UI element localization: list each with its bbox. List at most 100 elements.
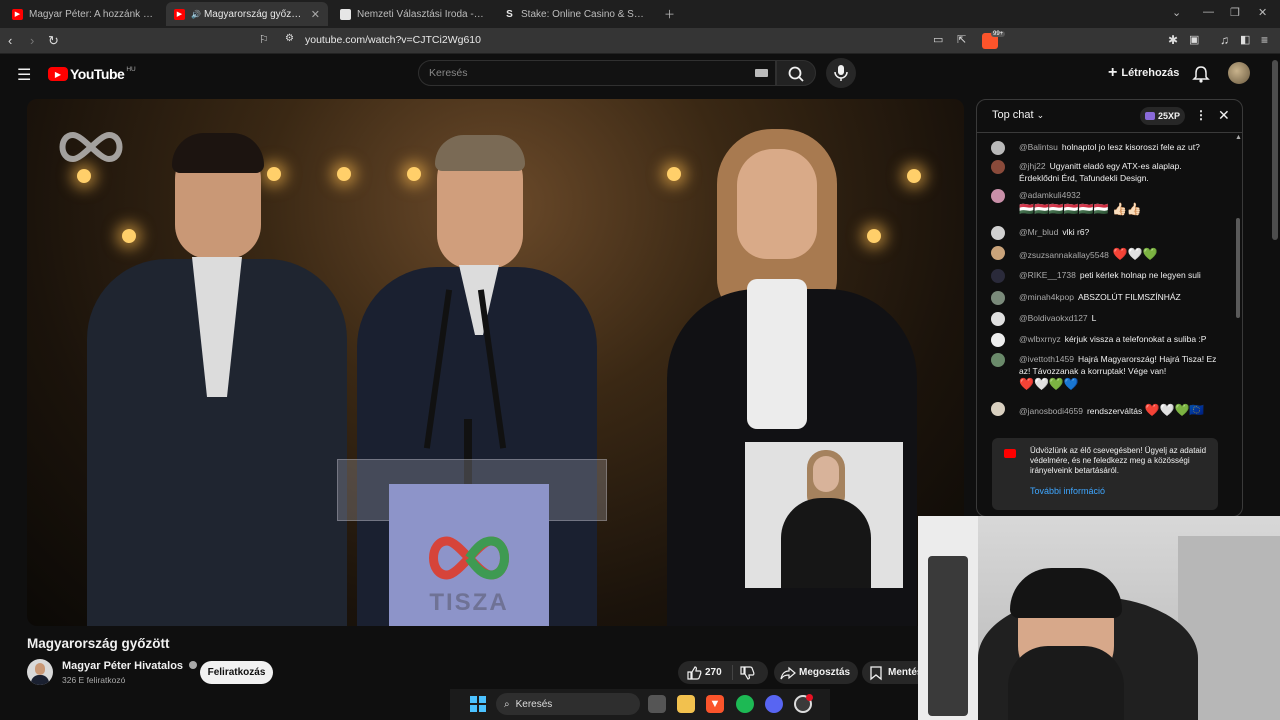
taskbar-search[interactable]: ⌕ Keresés [496, 693, 640, 715]
chat-author[interactable]: @jhj22 [1019, 161, 1046, 171]
notice-link[interactable]: További információ [1030, 486, 1105, 496]
chat-avatar[interactable] [991, 160, 1005, 174]
forward-icon[interactable]: › [30, 33, 34, 48]
dislike-button[interactable] [739, 665, 755, 684]
brave-browser-icon[interactable]: ▼ [706, 695, 724, 713]
more-options-icon[interactable]: ⋮ [1195, 108, 1207, 122]
chat-text: L [1091, 313, 1097, 323]
country-code: HU [126, 65, 136, 73]
verified-icon [189, 661, 198, 669]
lectern-text: TISZA [429, 589, 509, 616]
like-button[interactable] [686, 665, 702, 684]
search-icon [788, 66, 804, 82]
chat-avatar[interactable] [991, 333, 1005, 347]
chat-author[interactable]: @Boldivaokxd127 [1019, 313, 1088, 323]
file-explorer-icon[interactable] [677, 695, 695, 713]
chat-emojis: ❤️🤍💚🇪🇺 [1144, 403, 1205, 417]
chat-emojis: ❤️🤍💚💙 [1019, 377, 1079, 391]
chat-author[interactable]: @ivettoth1459 [1019, 354, 1074, 364]
search-input[interactable]: Keresés [418, 60, 776, 86]
menu-icon[interactable]: ≡ [1261, 33, 1268, 47]
minimize-icon[interactable]: — [1203, 6, 1214, 18]
wallet-icon[interactable]: ▣ [1189, 33, 1199, 46]
chat-avatar[interactable] [991, 353, 1005, 367]
browser-tab[interactable]: Nemzeti Választási Iroda - Országgy [332, 2, 492, 26]
chat-welcome-notice: Üdvözlünk az élő csevegésben! Ügyelj az … [992, 438, 1218, 510]
media-icon[interactable]: ♫ [1220, 33, 1229, 47]
save-button[interactable]: Mentés [862, 661, 922, 684]
cast-icon[interactable]: ▭ [933, 33, 943, 46]
chat-author[interactable]: @RIKE__1738 [1019, 270, 1076, 280]
spotify-icon[interactable] [736, 695, 754, 713]
chat-avatar[interactable] [991, 402, 1005, 416]
close-tab-icon[interactable]: ✕ [311, 8, 320, 21]
plus-icon: + [1108, 64, 1118, 81]
chat-author[interactable]: @janosbodi4659 [1019, 406, 1083, 416]
share-page-icon[interactable]: ⇱ [957, 33, 966, 46]
back-icon[interactable]: ‹ [8, 33, 12, 48]
youtube-icon [1004, 449, 1016, 458]
subscriber-count: 326 E feliratkozó [62, 675, 126, 685]
chat-avatar[interactable] [991, 226, 1005, 240]
youtube-logo[interactable]: ▶ YouTube HU [48, 66, 136, 82]
chat-avatar[interactable] [991, 189, 1005, 203]
subscribe-button[interactable]: Feliratkozás [200, 661, 273, 684]
chat-scrollbar[interactable] [1236, 218, 1240, 318]
chat-author[interactable]: @zsuzsannakallay5548 [1019, 250, 1109, 260]
url-text[interactable]: youtube.com/watch?v=CJTCi2Wg610 [305, 34, 481, 46]
reload-icon[interactable]: ↻ [48, 33, 59, 49]
chat-author[interactable]: @wlbxrnyz [1019, 334, 1061, 344]
chat-mode-label: Top chat [992, 109, 1034, 121]
hamburger-menu-icon[interactable]: ☰ [17, 65, 31, 85]
site-info-icon[interactable]: ⚙ [285, 33, 294, 44]
chat-avatar[interactable] [991, 291, 1005, 305]
chat-author[interactable]: @Balintsu [1019, 142, 1058, 152]
youtube-icon: ▶ [174, 8, 185, 20]
windows-start-icon[interactable] [469, 695, 487, 713]
chat-author[interactable]: @adamkuli4932 [1019, 190, 1081, 200]
tab-list-icon[interactable]: ⌄ [1172, 6, 1181, 19]
channel-name-text: Magyar Péter Hivatalos [62, 660, 184, 672]
chat-avatar[interactable] [991, 312, 1005, 326]
speaker-icon: 🔊 [191, 9, 201, 19]
chat-avatar[interactable] [991, 246, 1005, 260]
new-tab-button[interactable]: ＋ [664, 6, 675, 22]
speaker-left [87, 133, 347, 626]
voice-search-button[interactable] [826, 58, 856, 88]
window-close-icon[interactable]: ✕ [1258, 6, 1267, 19]
browser-tab-active[interactable]: ▶ 🔊 Magyarország győzött - YouT ✕ [166, 2, 328, 26]
discord-icon[interactable] [765, 695, 783, 713]
channel-avatar[interactable] [27, 659, 53, 685]
account-avatar[interactable] [1228, 62, 1250, 84]
chat-author[interactable]: @minah4kpop [1019, 292, 1074, 302]
chat-author[interactable]: @Mr_blud [1019, 227, 1058, 237]
browser-tab[interactable]: S Stake: Online Casino & Sports Betting [496, 2, 656, 26]
chat-mode-dropdown[interactable]: Top chat ⌄ [992, 109, 1044, 121]
youtube-wordmark: YouTube [70, 66, 125, 82]
thumbs-up-icon [687, 666, 702, 680]
bookmark-icon[interactable]: ⚐ [259, 33, 269, 46]
share-button[interactable]: Megosztás [774, 661, 858, 684]
keyboard-icon[interactable] [755, 69, 768, 77]
xp-badge[interactable]: 25XP [1140, 107, 1186, 125]
extensions-icon[interactable]: ✱ [1168, 33, 1178, 47]
tab-title: Stake: Online Casino & Sports Betting [521, 8, 648, 20]
chat-scroll-up-icon[interactable]: ▲ [1235, 134, 1242, 141]
chat-avatar[interactable] [991, 141, 1005, 155]
search-button[interactable] [776, 60, 816, 86]
browser-tab[interactable]: ▶ Magyar Péter: A hozzánk beérkező a [4, 2, 164, 26]
sidebar-icon[interactable]: ◧ [1240, 33, 1250, 46]
channel-name[interactable]: Magyar Péter Hivatalos [62, 660, 198, 672]
video-player[interactable]: TISZA [27, 99, 964, 626]
webcam-overlay [918, 516, 1280, 720]
create-button[interactable]: + Létrehozás [1100, 60, 1187, 86]
page-scrollbar-thumb[interactable] [1272, 60, 1278, 240]
notifications-bell-icon[interactable] [1191, 64, 1211, 84]
restore-icon[interactable]: ❐ [1230, 6, 1240, 19]
chat-avatar[interactable] [991, 269, 1005, 283]
chat-text: rendszerváltás [1086, 406, 1143, 416]
task-view-icon[interactable] [648, 695, 666, 713]
stake-icon: S [506, 8, 513, 20]
close-chat-icon[interactable]: ✕ [1218, 107, 1230, 124]
youtube-icon: ▶ [12, 8, 23, 20]
